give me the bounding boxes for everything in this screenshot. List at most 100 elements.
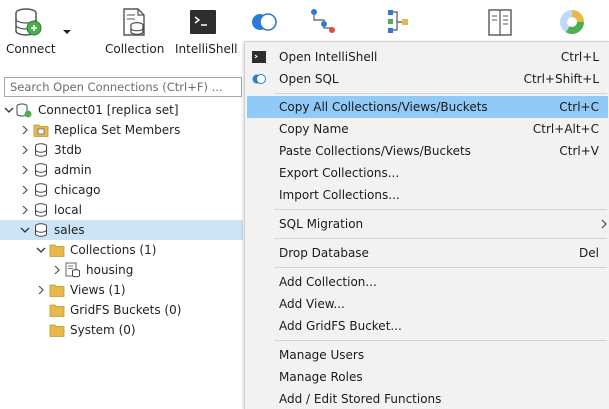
menu-item-add-gridfs[interactable]: Add GridFS Bucket... <box>247 315 608 337</box>
chevron-right-icon[interactable] <box>20 165 30 175</box>
menu-label: Paste Collections/Views/Buckets <box>279 144 471 158</box>
chevron-right-icon[interactable] <box>52 265 62 275</box>
menu-shortcut: Ctrl+L <box>560 50 599 64</box>
menu-label: SQL Migration <box>279 217 364 231</box>
menu-label: Open SQL <box>279 72 339 86</box>
menu-label: Manage Users <box>279 348 365 362</box>
menu-item-sql-migration[interactable]: SQL Migration <box>247 213 608 235</box>
menu-label: Add Collection... <box>279 275 377 289</box>
chevron-down-icon[interactable] <box>4 105 14 115</box>
database-icon <box>35 183 47 197</box>
tree-row-views[interactable]: Views (1) <box>0 280 243 300</box>
folder-icon <box>49 244 65 257</box>
menu-item-stored-functions[interactable]: Add / Edit Stored Functions <box>247 388 608 409</box>
replica-members-icon <box>33 124 49 137</box>
tree-row-collection-housing[interactable]: housing <box>0 260 243 280</box>
menu-shortcut: Del <box>579 246 599 260</box>
menu-item-copy-name[interactable]: Copy Name Ctrl+Alt+C <box>247 118 608 140</box>
menu-item-export[interactable]: Export Collections... <box>247 162 608 184</box>
intellishell-button[interactable]: IntelliShell <box>172 0 238 64</box>
collection-button[interactable]: Collection <box>100 0 166 64</box>
pie-chart-icon <box>560 10 584 35</box>
replica-set-icon <box>16 103 32 118</box>
menu-item-drop-database[interactable]: Drop Database Del <box>247 242 608 264</box>
menu-shortcut: Ctrl+C <box>559 100 599 114</box>
chevron-right-icon[interactable] <box>20 125 30 135</box>
database-icon <box>35 203 47 217</box>
replica-members-label: Replica Set Members <box>54 123 181 137</box>
schema-tree-icon <box>388 10 408 33</box>
sql-toggle-icon <box>252 13 277 31</box>
context-menu: Open IntelliShell Ctrl+L Open SQL Ctrl+S… <box>244 41 609 409</box>
tree-row-gridfs[interactable]: GridFS Buckets (0) <box>0 300 243 320</box>
chevron-down-icon[interactable] <box>36 245 46 255</box>
chevron-right-icon[interactable] <box>20 185 30 195</box>
tree-row-collections[interactable]: Collections (1) <box>0 240 243 260</box>
tree-row-db-sales[interactable]: sales <box>0 220 243 240</box>
menu-item-import[interactable]: Import Collections... <box>247 184 608 206</box>
chevron-right-icon[interactable] <box>20 205 30 215</box>
tree-row-db-admin[interactable]: admin <box>0 160 243 180</box>
menu-separator <box>274 238 607 239</box>
menu-label: Copy Name <box>279 122 349 136</box>
menu-shortcut: Ctrl+Alt+C <box>532 122 599 136</box>
menu-separator <box>274 209 607 210</box>
menu-label: Add GridFS Bucket... <box>279 319 402 333</box>
database-icon <box>35 223 47 237</box>
menu-separator <box>274 93 607 94</box>
chevron-right-icon[interactable] <box>20 145 30 155</box>
menu-item-open-intellishell[interactable]: Open IntelliShell Ctrl+L <box>247 46 608 68</box>
chevron-down-icon[interactable] <box>20 225 30 235</box>
menu-separator <box>274 340 607 341</box>
menu-item-paste[interactable]: Paste Collections/Views/Buckets Ctrl+V <box>247 140 608 162</box>
tree-row-db-local[interactable]: local <box>0 200 243 220</box>
menu-label: Export Collections... <box>279 166 400 180</box>
terminal-icon <box>252 51 266 63</box>
system-folder-label: System (0) <box>70 323 136 337</box>
menu-item-manage-roles[interactable]: Manage Roles <box>247 366 608 388</box>
menu-label: Manage Roles <box>279 370 363 384</box>
db-label: local <box>54 203 82 217</box>
menu-item-copy-all[interactable]: Copy All Collections/Views/Buckets Ctrl+… <box>247 96 608 118</box>
connection-tree: Connect01 [replica set] Replica Set Memb… <box>0 100 243 409</box>
connect-label: Connect <box>6 42 56 56</box>
menu-shortcut: Ctrl+Shift+L <box>523 72 599 86</box>
db-label: 3tdb <box>54 143 82 157</box>
menu-item-open-sql[interactable]: Open SQL Ctrl+Shift+L <box>247 68 608 90</box>
folder-icon <box>49 284 65 297</box>
database-icon <box>35 143 47 157</box>
tree-row-connection[interactable]: Connect01 [replica set] <box>0 100 243 120</box>
menu-label: Copy All Collections/Views/Buckets <box>279 100 488 114</box>
db-label: chicago <box>54 183 101 197</box>
tree-row-db-chicago[interactable]: chicago <box>0 180 243 200</box>
chevron-right-icon <box>601 219 607 229</box>
menu-item-add-view[interactable]: Add View... <box>247 293 608 315</box>
menu-label: Add / Edit Stored Functions <box>279 392 442 406</box>
menu-label: Add View... <box>279 297 345 311</box>
chevron-right-icon[interactable] <box>36 285 46 295</box>
views-folder-label: Views (1) <box>70 283 126 297</box>
menu-shortcut: Ctrl+V <box>559 144 599 158</box>
pipeline-icon <box>311 9 335 33</box>
search-input[interactable] <box>4 77 242 97</box>
database-plug-icon <box>15 8 42 36</box>
db-label: admin <box>54 163 92 177</box>
menu-item-add-collection[interactable]: Add Collection... <box>247 271 608 293</box>
menu-label: Import Collections... <box>279 188 400 202</box>
menu-label: Drop Database <box>279 246 369 260</box>
connection-label: Connect01 [replica set] <box>38 103 179 117</box>
sql-toggle-icon <box>252 74 266 84</box>
tree-row-db-3tdb[interactable]: 3tdb <box>0 140 243 160</box>
collection-label: housing <box>86 263 134 277</box>
menu-separator <box>274 267 607 268</box>
menu-item-manage-users[interactable]: Manage Users <box>247 344 608 366</box>
gridfs-folder-label: GridFS Buckets (0) <box>70 303 182 317</box>
report-icon <box>488 9 512 36</box>
connect-button[interactable]: Connect <box>0 0 60 64</box>
db-label: sales <box>54 223 85 237</box>
folder-icon <box>49 304 65 317</box>
document-db-icon <box>123 8 145 36</box>
tree-row-replica-members[interactable]: Replica Set Members <box>0 120 243 140</box>
chevron-down-icon[interactable] <box>62 28 72 36</box>
tree-row-system[interactable]: System (0) <box>0 320 243 340</box>
